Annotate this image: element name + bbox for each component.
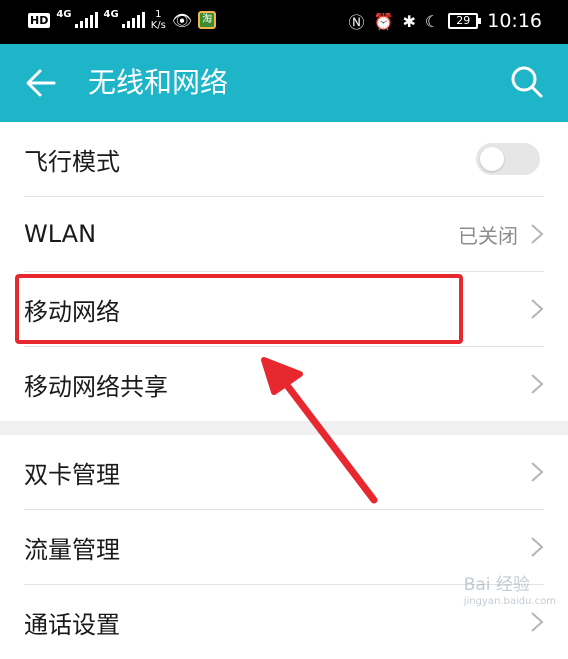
status-bar-right: Ⓝ ⏰ ✱ ☾ 29 10:16: [349, 9, 542, 33]
chevron-right-icon: [531, 462, 544, 482]
network-type-1: 4G: [56, 8, 72, 20]
hd-badge: HD: [28, 12, 51, 28]
signal-icon: [121, 12, 145, 28]
row-label: 移动网络共享: [24, 372, 168, 401]
speed-unit: K/s: [150, 20, 166, 31]
row-label: 双卡管理: [24, 460, 120, 489]
clock: 10:16: [487, 10, 542, 32]
dual-sim-row[interactable]: 双卡管理: [24, 435, 544, 510]
chevron-right-icon: [531, 224, 544, 244]
chevron-right-icon: [531, 537, 544, 557]
status-bar-left: HD 4G 4G 1 K/s 👁 淘: [28, 8, 217, 31]
signal-icon: [74, 12, 98, 28]
network-speed: 1 K/s: [151, 9, 166, 31]
page-title: 无线和网络: [88, 66, 229, 99]
back-arrow-icon[interactable]: [24, 66, 58, 100]
nfc-icon: Ⓝ: [348, 13, 365, 32]
row-label: 通话设置: [24, 610, 120, 639]
battery-icon: 29: [448, 13, 482, 29]
chevron-right-icon: [531, 299, 544, 319]
row-label: WLAN: [24, 220, 97, 248]
wlan-status: 已关闭: [458, 223, 518, 248]
app-header: 无线和网络: [0, 44, 568, 122]
watermark-url: jingyan.baidu.com: [463, 596, 556, 607]
section-divider: [0, 421, 568, 435]
wlan-row[interactable]: WLAN 已关闭: [24, 197, 544, 272]
speed-value: 1: [155, 9, 162, 20]
mobile-hotspot-row[interactable]: 移动网络共享: [24, 347, 544, 421]
chevron-right-icon: [531, 612, 544, 632]
toggle-knob: [480, 147, 504, 171]
row-label: 飞行模式: [24, 147, 120, 176]
eye-icon: 👁: [171, 10, 193, 30]
battery-level: 29: [456, 14, 471, 27]
moon-icon: ☾: [424, 11, 440, 31]
row-label: 流量管理: [24, 535, 120, 564]
airplane-mode-toggle[interactable]: [476, 143, 540, 175]
alarm-icon: ⏰: [373, 11, 394, 31]
annotation-highlight-box: [15, 274, 463, 344]
airplane-mode-row[interactable]: 飞行模式: [24, 122, 544, 197]
search-icon[interactable]: [510, 65, 544, 99]
bluetooth-icon: ✱: [402, 11, 416, 31]
status-bar: HD 4G 4G 1 K/s 👁 淘 Ⓝ ⏰ ✱ ☾ 29 10:16: [0, 0, 568, 44]
network-type-2: 4G: [103, 8, 119, 20]
baidu-watermark: Bai 经验 jingyan.baidu.com: [464, 570, 556, 607]
watermark-brand: Bai 经验: [463, 575, 530, 595]
chevron-right-icon: [531, 374, 544, 394]
app-notification-icon: 淘: [198, 11, 217, 29]
